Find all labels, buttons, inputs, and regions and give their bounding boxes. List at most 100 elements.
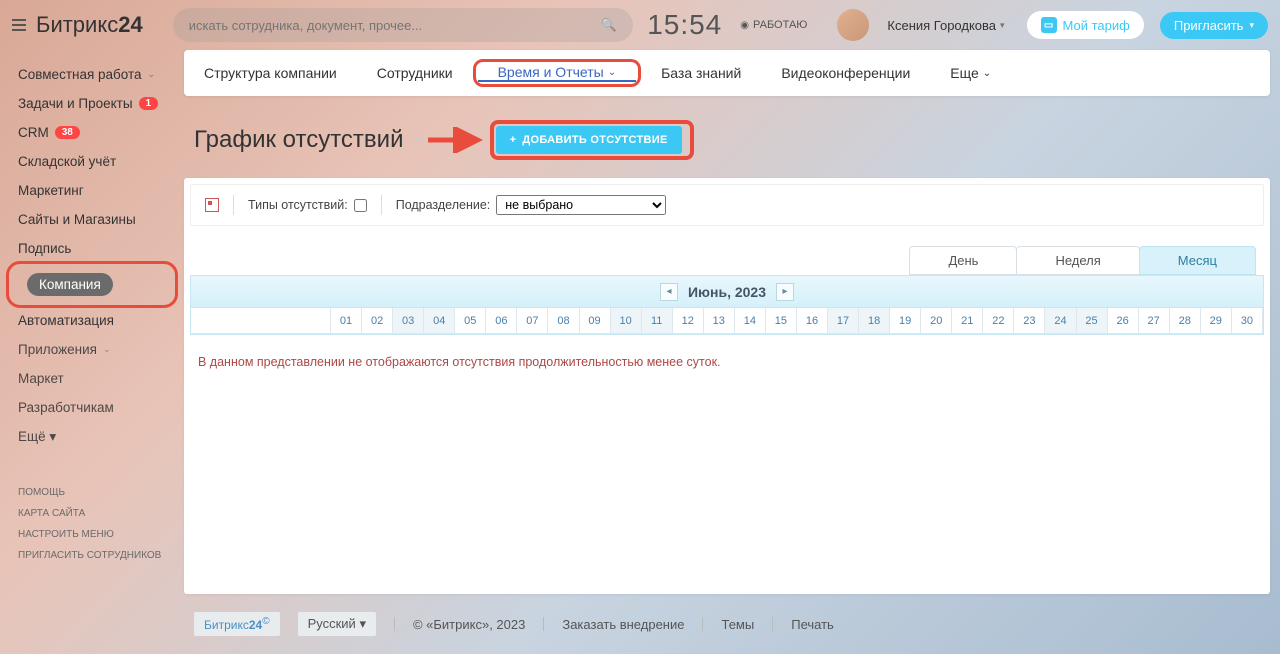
sidebar-item-8[interactable]: Автоматизация bbox=[0, 306, 184, 335]
day-cell[interactable]: 16 bbox=[797, 308, 828, 334]
sidebar-footer-link-0[interactable]: ПОМОЩЬ bbox=[0, 482, 184, 503]
sidebar-item-2[interactable]: CRM38 bbox=[0, 118, 184, 147]
day-cell[interactable]: 30 bbox=[1232, 308, 1263, 334]
tab-5[interactable]: Еще ⌄ bbox=[930, 50, 1011, 96]
sidebar-item-12[interactable]: Ещё ▾ bbox=[0, 422, 184, 452]
chevron-down-icon: ⌄ bbox=[608, 67, 616, 78]
day-cell[interactable]: 17 bbox=[828, 308, 859, 334]
day-cell[interactable]: 24 bbox=[1045, 308, 1076, 334]
day-cell[interactable]: 12 bbox=[673, 308, 704, 334]
chevron-down-icon: ⌄ bbox=[148, 69, 156, 80]
day-cell[interactable]: 25 bbox=[1077, 308, 1108, 334]
tab-2[interactable]: Время и Отчеты ⌄ bbox=[478, 64, 637, 82]
view-tab-month[interactable]: Месяц bbox=[1139, 246, 1256, 275]
day-cell[interactable]: 01 bbox=[331, 308, 362, 334]
sidebar-item-11[interactable]: Разработчикам bbox=[0, 393, 184, 422]
user-menu[interactable]: Ксения Городкова▾ bbox=[887, 18, 1004, 33]
logo[interactable]: Битрикс24 bbox=[36, 12, 143, 38]
day-cell[interactable]: 15 bbox=[766, 308, 797, 334]
chevron-down-icon: ⌄ bbox=[103, 344, 111, 355]
sidebar-item-6[interactable]: Подпись bbox=[0, 234, 184, 263]
day-cell[interactable]: 20 bbox=[921, 308, 952, 334]
footer-link-themes[interactable]: Темы bbox=[721, 617, 754, 632]
month-label: Июнь, 2023 bbox=[688, 284, 766, 300]
sidebar-item-10[interactable]: Маркет bbox=[0, 364, 184, 393]
sidebar-item-4[interactable]: Маркетинг bbox=[0, 176, 184, 205]
logo-text-b: 24 bbox=[118, 12, 142, 37]
invite-button[interactable]: Пригласить▾ bbox=[1160, 12, 1268, 39]
sidebar-item-1[interactable]: Задачи и Проекты1 bbox=[0, 89, 184, 118]
work-status[interactable]: РАБОТАЮ bbox=[740, 19, 807, 31]
search-icon: 🔍 bbox=[601, 17, 617, 33]
global-search[interactable]: 🔍 bbox=[173, 8, 633, 42]
info-note: В данном представлении не отображаются о… bbox=[184, 341, 1270, 409]
day-cell[interactable]: 28 bbox=[1170, 308, 1201, 334]
view-tab-day[interactable]: День bbox=[909, 246, 1017, 275]
tariff-button[interactable]: ▭ Мой тариф bbox=[1027, 11, 1144, 39]
chevron-down-icon: ▾ bbox=[1249, 20, 1254, 31]
avatar[interactable] bbox=[837, 9, 869, 41]
day-cell[interactable]: 08 bbox=[548, 308, 579, 334]
sidebar-footer-link-3[interactable]: ПРИГЛАСИТЬ СОТРУДНИКОВ bbox=[0, 545, 184, 566]
sidebar: Совместная работа⌄Задачи и Проекты1CRM38… bbox=[0, 50, 184, 654]
view-tabs: День Неделя Месяц bbox=[184, 232, 1270, 275]
day-cell[interactable]: 27 bbox=[1139, 308, 1170, 334]
next-month-button[interactable]: ▸ bbox=[776, 283, 794, 301]
sidebar-item-0[interactable]: Совместная работа⌄ bbox=[0, 60, 184, 89]
tab-4[interactable]: Видеоконференции bbox=[761, 50, 930, 96]
absence-types-checkbox[interactable] bbox=[354, 199, 367, 212]
day-cell[interactable]: 07 bbox=[517, 308, 548, 334]
day-cell[interactable]: 14 bbox=[735, 308, 766, 334]
day-cell[interactable]: 26 bbox=[1108, 308, 1139, 334]
day-cell[interactable]: 29 bbox=[1201, 308, 1232, 334]
sidebar-footer-link-2[interactable]: НАСТРОИТЬ МЕНЮ bbox=[0, 524, 184, 545]
day-cell[interactable]: 18 bbox=[859, 308, 890, 334]
add-absence-button[interactable]: + ДОБАВИТЬ ОТСУТСТВИЕ bbox=[496, 126, 682, 154]
footer-link-implement[interactable]: Заказать внедрение bbox=[562, 617, 684, 632]
view-tab-week[interactable]: Неделя bbox=[1016, 246, 1139, 275]
day-cell[interactable]: 04 bbox=[424, 308, 455, 334]
day-cell[interactable]: 23 bbox=[1014, 308, 1045, 334]
logo-text-a: Битрикс bbox=[36, 12, 118, 37]
day-cell[interactable]: 10 bbox=[611, 308, 642, 334]
sidebar-item-3[interactable]: Складской учёт bbox=[0, 147, 184, 176]
sidebar-item-7[interactable]: Компания bbox=[9, 266, 175, 303]
prev-month-button[interactable]: ◂ bbox=[660, 283, 678, 301]
callout-arrow bbox=[428, 131, 484, 149]
calendar: ◂ Июнь, 2023 ▸ 0102030405060708091011121… bbox=[190, 275, 1264, 335]
plus-icon: + bbox=[510, 134, 517, 146]
day-cell[interactable]: 11 bbox=[642, 308, 673, 334]
day-cell[interactable]: 22 bbox=[983, 308, 1014, 334]
tab-0[interactable]: Структура компании bbox=[184, 50, 357, 96]
day-cell[interactable]: 13 bbox=[704, 308, 735, 334]
absence-types-filter[interactable]: Типы отсутствий: bbox=[248, 198, 367, 212]
content-card: Типы отсутствий: Подразделение: не выбра… bbox=[184, 178, 1270, 594]
footer: Битрикс24© Русский ▾ © «Битрикс», 2023 З… bbox=[184, 594, 1270, 654]
department-select[interactable]: не выбрано bbox=[496, 195, 666, 215]
calendar-icon[interactable] bbox=[205, 198, 219, 212]
tab-1[interactable]: Сотрудники bbox=[357, 50, 473, 96]
tab-3[interactable]: База знаний bbox=[641, 50, 761, 96]
day-cell[interactable]: 02 bbox=[362, 308, 393, 334]
chevron-down-icon: ⌄ bbox=[983, 68, 991, 79]
sidebar-item-5[interactable]: Сайты и Магазины bbox=[0, 205, 184, 234]
day-cell[interactable]: 06 bbox=[486, 308, 517, 334]
footer-brand[interactable]: Битрикс24© bbox=[194, 612, 280, 636]
sidebar-footer-link-1[interactable]: КАРТА САЙТА bbox=[0, 503, 184, 524]
day-cell[interactable]: 21 bbox=[952, 308, 983, 334]
day-cell[interactable]: 19 bbox=[890, 308, 921, 334]
menu-toggle-icon[interactable] bbox=[12, 19, 26, 31]
bag-icon: ▭ bbox=[1041, 17, 1057, 33]
day-cell[interactable]: 03 bbox=[393, 308, 424, 334]
page-title: График отсутствий bbox=[194, 126, 403, 154]
search-input[interactable] bbox=[189, 18, 601, 33]
section-tabs: Структура компанииСотрудники Время и Отче… bbox=[184, 50, 1270, 96]
filters-bar: Типы отсутствий: Подразделение: не выбра… bbox=[190, 184, 1264, 226]
favorite-star-icon[interactable]: ☆ bbox=[411, 130, 427, 151]
language-selector[interactable]: Русский ▾ bbox=[298, 612, 376, 636]
day-cell[interactable]: 05 bbox=[455, 308, 486, 334]
footer-copyright: © «Битрикс», 2023 bbox=[413, 617, 525, 632]
footer-link-print[interactable]: Печать bbox=[791, 617, 834, 632]
sidebar-item-9[interactable]: Приложения⌄ bbox=[0, 335, 184, 364]
day-cell[interactable]: 09 bbox=[580, 308, 611, 334]
